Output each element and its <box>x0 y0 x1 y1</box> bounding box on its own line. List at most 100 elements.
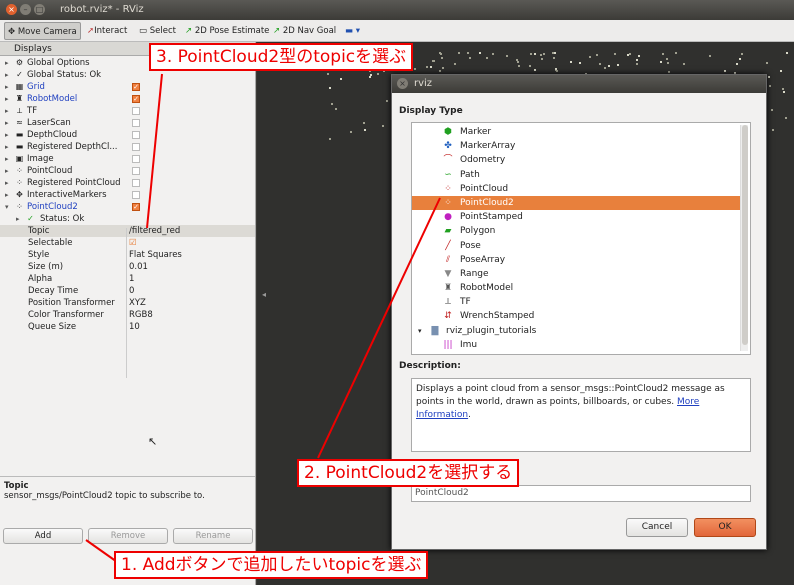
point-cloud-point <box>604 66 607 69</box>
point-cloud-point <box>469 57 472 60</box>
display-item[interactable]: ▸ ⁘ Registered PointCloud <box>0 177 255 189</box>
ok-button[interactable]: OK <box>694 518 756 537</box>
window-maximize-button[interactable]: □ <box>34 4 45 15</box>
property-row[interactable]: Queue Size 10 <box>0 321 255 333</box>
laser-scan-icon: ≈ <box>16 118 23 127</box>
enable-checkbox[interactable] <box>132 155 140 163</box>
display-type-label: Display Type <box>399 106 463 116</box>
display-buttons: Add Remove Rename <box>0 528 255 548</box>
display-item[interactable]: ▸ ⁘ PointCloud <box>0 165 255 177</box>
display-item[interactable]: ▸ ⟂ TF <box>0 105 255 117</box>
display-type-item[interactable]: ▰ Polygon <box>412 224 742 238</box>
property-row[interactable]: Size (m) 0.01 <box>0 261 255 273</box>
enable-checkbox[interactable] <box>132 179 140 187</box>
display-item[interactable]: ▸ ✥ InteractiveMarkers <box>0 189 255 201</box>
display-item[interactable]: ▸ ♜ RobotModel ✓ <box>0 93 255 105</box>
display-type-item[interactable]: ⇵ WrenchStamped <box>412 309 742 323</box>
pose-estimate-tool[interactable]: ↗ 2D Pose Estimate <box>182 22 272 40</box>
point-cloud-point <box>466 52 469 55</box>
display-type-item[interactable]: ♜ RobotModel <box>412 281 742 295</box>
expand-arrow-icon[interactable]: ▸ <box>5 153 9 165</box>
property-row[interactable]: Selectable ☑ <box>0 237 255 249</box>
display-type-item[interactable]: ● PointStamped <box>412 210 742 224</box>
display-type-item[interactable]: ⌒ Odometry <box>412 153 742 167</box>
dialog-close-button[interactable]: × <box>397 78 408 89</box>
move-camera-tool[interactable]: ✥ Move Camera <box>4 22 81 40</box>
display-type-item[interactable]: ||| Imu <box>412 338 742 352</box>
enable-checkbox[interactable] <box>132 131 140 139</box>
display-name-input[interactable]: PointCloud2 <box>411 485 751 502</box>
property-row[interactable]: Decay Time 0 <box>0 285 255 297</box>
expand-arrow-icon[interactable]: ▸ <box>5 177 9 189</box>
point-cloud-point <box>617 64 620 67</box>
add-tool-button[interactable]: ▬ ▾ <box>342 22 363 40</box>
enable-checkbox[interactable] <box>132 167 140 175</box>
expand-arrow-icon[interactable]: ▸ <box>5 69 9 81</box>
display-status: ▸ ✓ Status: Ok <box>16 214 85 224</box>
expand-arrow-icon[interactable]: ▸ <box>5 81 9 93</box>
expand-arrow-icon[interactable]: ▸ <box>5 117 9 129</box>
display-item[interactable]: ▸ ▬ Registered DepthCl... <box>0 141 255 153</box>
expand-arrow-icon[interactable]: ▸ <box>5 189 9 201</box>
enable-checkbox[interactable] <box>132 143 140 151</box>
expand-arrow-icon[interactable]: ▸ <box>5 165 9 177</box>
property-row[interactable]: Topic/filtered_red <box>0 225 255 237</box>
cancel-button[interactable]: Cancel <box>626 518 688 537</box>
display-type-item[interactable]: ∽ Path <box>412 168 742 182</box>
splitter-handle-icon[interactable]: ◂ <box>262 290 266 299</box>
expand-arrow-icon[interactable]: ▸ <box>5 141 9 153</box>
point-cloud-icon: ⁘ <box>16 166 23 175</box>
select-tool[interactable]: ▭ Select <box>136 22 179 40</box>
display-item[interactable]: ▸ ▦ Grid ✓ <box>0 81 255 93</box>
expand-arrow-icon[interactable]: ▾ <box>418 324 422 338</box>
display-type-item[interactable]: ▼ Range <box>412 267 742 281</box>
enable-checkbox[interactable] <box>132 119 140 127</box>
rename-button[interactable]: Rename <box>173 528 253 544</box>
expand-arrow-icon[interactable]: ▸ <box>5 93 9 105</box>
remove-button[interactable]: Remove <box>88 528 168 544</box>
display-type-item[interactable]: ⫽ PoseArray <box>412 253 742 267</box>
point-cloud-point <box>485 56 488 59</box>
enable-checkbox[interactable]: ✓ <box>132 203 140 211</box>
display-type-item[interactable]: ⬢ Marker <box>412 125 742 139</box>
property-row[interactable]: Style Flat Squares <box>0 249 255 261</box>
display-item[interactable]: ▸ ▣ Image <box>0 153 255 165</box>
imu-icon: ||| <box>443 339 453 350</box>
point-cloud-point <box>636 63 639 66</box>
window-close-button[interactable]: × <box>6 4 17 15</box>
point-cloud-point <box>739 58 742 61</box>
display-type-item[interactable]: ✤ MarkerArray <box>412 139 742 153</box>
plugin-group-item[interactable]: ▾ ▇ rviz_plugin_tutorials <box>412 324 742 338</box>
enable-checkbox[interactable] <box>132 107 140 115</box>
interact-tool[interactable]: ➚Interact <box>84 22 130 40</box>
expand-arrow-icon[interactable]: ▾ <box>5 201 9 213</box>
displays-panel: Displays ▸ ⚙ Global Options ▸ ✓ Global Status… <box>0 42 256 585</box>
add-button[interactable]: Add <box>3 528 83 544</box>
display-type-scrollbar[interactable] <box>740 125 748 351</box>
display-item[interactable]: ▸ ≈ LaserScan <box>0 117 255 129</box>
range-icon: ▼ <box>444 268 452 279</box>
property-divider[interactable] <box>126 228 127 378</box>
enable-checkbox[interactable]: ✓ <box>132 83 140 91</box>
enable-checkbox[interactable] <box>132 191 140 199</box>
display-item[interactable]: ▾ ⁘ PointCloud2 ✓ <box>0 201 255 213</box>
help-panel: Topic sensor_msgs/PointCloud2 topic to s… <box>0 476 255 536</box>
display-type-item[interactable]: ⟂ TF <box>412 295 742 309</box>
display-type-item[interactable]: ⁘ PointCloud <box>412 182 742 196</box>
display-type-item[interactable]: ╱ Pose <box>412 239 742 253</box>
display-item[interactable]: ▸ ▬ DepthCloud <box>0 129 255 141</box>
point-cloud-point <box>627 53 630 56</box>
display-type-list[interactable]: ⬢ Marker ✤ MarkerArray ⌒ Odometry ∽ Path ⁘ PointC… <box>411 122 751 355</box>
expand-arrow-icon[interactable]: ▸ <box>5 57 9 69</box>
window-minimize-button[interactable]: – <box>20 4 31 15</box>
property-row[interactable]: Position Transformer XYZ <box>0 297 255 309</box>
point-cloud-point <box>607 65 610 68</box>
expand-arrow-icon[interactable]: ▸ <box>5 105 9 117</box>
property-row[interactable]: Color Transformer RGB8 <box>0 309 255 321</box>
nav-goal-tool[interactable]: ↗ 2D Nav Goal <box>270 22 339 40</box>
expand-arrow-icon[interactable]: ▸ <box>5 129 9 141</box>
display-type-item[interactable]: ⁘ PointCloud2 <box>412 195 742 211</box>
check-icon: ✓ <box>27 214 34 223</box>
enable-checkbox[interactable]: ✓ <box>132 95 140 103</box>
property-row[interactable]: Alpha 1 <box>0 273 255 285</box>
